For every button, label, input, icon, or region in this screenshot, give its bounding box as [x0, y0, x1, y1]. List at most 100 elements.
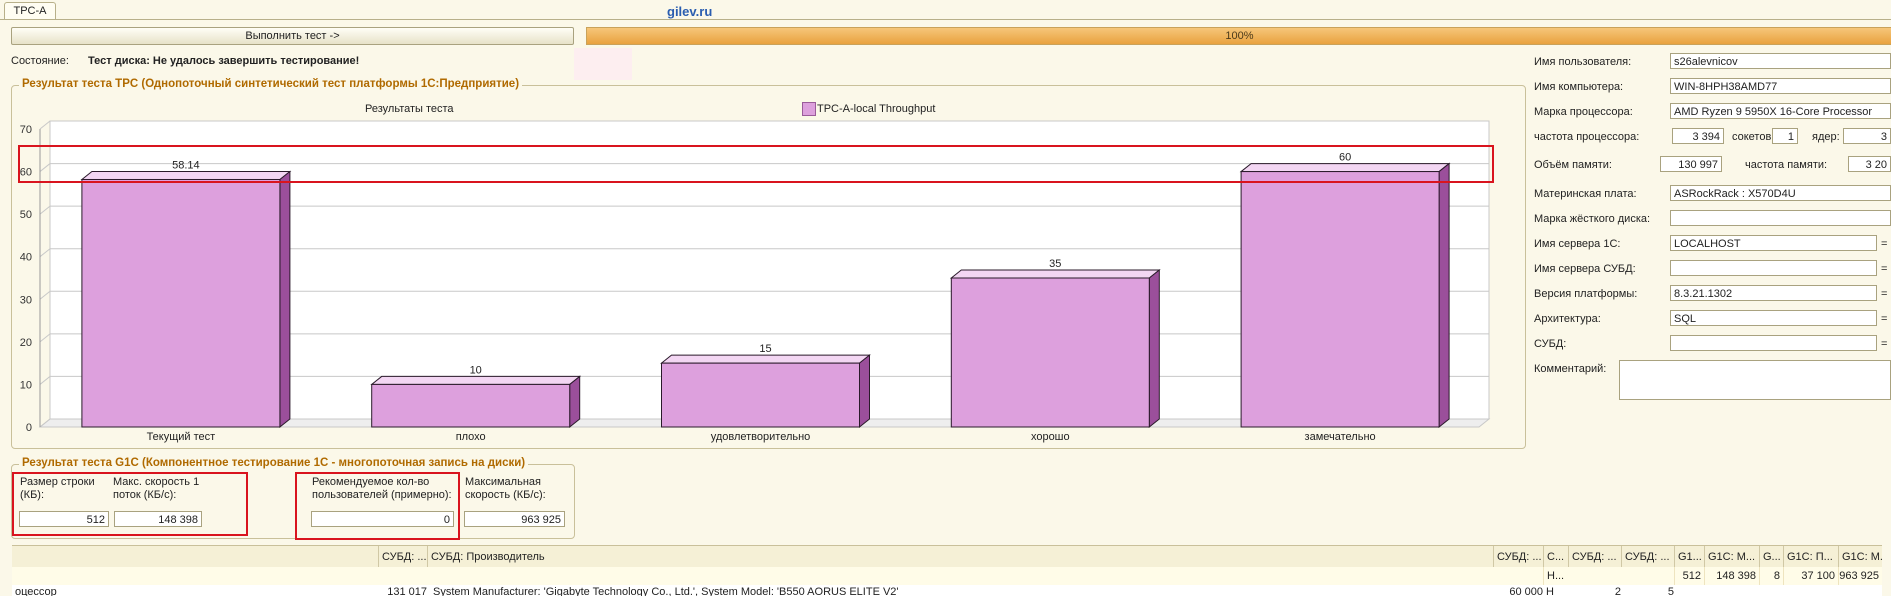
run-test-button[interactable]: Выполнить тест -> [11, 27, 574, 45]
col-header[interactable]: G1... [1674, 546, 1704, 568]
y-tick-label: 0 [26, 422, 32, 434]
y-tick-label: 20 [20, 337, 32, 349]
computer-field[interactable]: WIN-8HPH38AMD77 [1670, 78, 1891, 94]
table-row[interactable]: оцессор 131 017 System Manufacturer: 'Gi… [12, 585, 1882, 596]
table-cell: Н... [1543, 567, 1568, 585]
comment-field[interactable] [1619, 360, 1891, 400]
table-cell: 148 398 [1704, 567, 1759, 585]
max-speed-field[interactable]: 963 925 [464, 511, 565, 527]
highlight-box-g1c-1 [12, 472, 248, 536]
server-dbms-eq: = [1881, 263, 1888, 275]
dbms-eq: = [1881, 338, 1888, 350]
motherboard-label: Материнская плата: [1534, 188, 1637, 200]
bar-top [949, 269, 1161, 279]
arch-field[interactable]: SQL [1670, 310, 1877, 326]
cpu-field[interactable]: AMD Ryzen 9 5950X 16-Core Processor [1670, 103, 1891, 119]
bar-side [1438, 162, 1450, 429]
tpc-group-title: Результат теста TPC (Однопоточный синтет… [19, 78, 523, 90]
cpu-freq-label: частота процессора: [1534, 131, 1640, 143]
state-label: Состояние: [11, 55, 69, 67]
bar-value-label: 10 [470, 364, 482, 376]
col-header[interactable]: G1C: M... [1704, 546, 1759, 568]
server-dbms-label: Имя сервера СУБД: [1534, 263, 1636, 275]
table-cell: 512 [1674, 567, 1704, 585]
bar [81, 178, 281, 428]
table-row[interactable]: Н... 512 148 398 8 37 100 963 925 [12, 567, 1882, 586]
gridline-side [39, 205, 51, 215]
col-header[interactable]: С... [1543, 546, 1568, 568]
bar [950, 277, 1150, 428]
x-category-label: Текущий тест [147, 431, 216, 443]
col-header[interactable] [12, 546, 378, 568]
bar-value-label: 35 [1049, 258, 1061, 270]
x-category-label: хорошо [1031, 431, 1070, 443]
bar-value-label: 15 [759, 343, 771, 355]
memory-field[interactable]: 130 997 [1660, 156, 1722, 172]
server-1c-label: Имя сервера 1С: [1534, 238, 1621, 250]
comment-label: Комментарий: [1534, 363, 1607, 375]
bar-top [370, 375, 582, 385]
table-cell: 2 [1614, 586, 1621, 596]
cores-field[interactable]: 3 [1843, 128, 1891, 144]
table-cell: 60 000 [1509, 586, 1543, 596]
col-header[interactable]: СУБД: Производитель [427, 546, 1493, 568]
platform-field[interactable]: 8.3.21.1302 [1670, 285, 1877, 301]
bar-side [279, 170, 291, 429]
g1c-group-title: Результат теста G1C (Компонентное тестир… [19, 457, 529, 469]
col-header[interactable]: G... [1759, 546, 1783, 568]
y-tick-label: 10 [20, 379, 32, 391]
results-table-header: СУБД: ... СУБД: Производитель СУБД: ... … [12, 545, 1882, 569]
arch-label: Архитектура: [1534, 313, 1601, 325]
table-cell: System Manufacturer: 'Gigabyte Technolog… [433, 586, 899, 596]
table-cell: 5 [1667, 586, 1674, 596]
col-header[interactable]: СУБД: ... [1621, 546, 1674, 568]
sockets-label: сокетов: [1732, 131, 1775, 143]
x-category-label: удовлетворительно [711, 431, 811, 443]
col-header[interactable]: СУБД: ... [378, 546, 427, 568]
table-cell: 963 925 [1838, 567, 1882, 585]
bar-side [859, 354, 870, 429]
server-1c-field[interactable]: LOCALHOST [1670, 235, 1877, 251]
gridline-side [39, 376, 51, 385]
dbms-field[interactable] [1670, 335, 1877, 351]
x-category-label: замечательно [1305, 431, 1376, 443]
bar-side [1148, 268, 1160, 429]
memory-label: Объём памяти: [1534, 159, 1612, 171]
gridline-side [39, 248, 51, 258]
bar [661, 362, 860, 428]
table-cell: Н [1546, 586, 1554, 596]
computer-label: Имя компьютера: [1534, 81, 1624, 93]
x-category-label: плохо [456, 431, 486, 443]
table-cell: оцессор [15, 586, 57, 596]
table-cell: 8 [1759, 567, 1783, 585]
cores-label: ядер: [1812, 131, 1840, 143]
platform-eq: = [1881, 288, 1888, 300]
table-cell: 37 100 [1783, 567, 1838, 585]
y-tick-label: 40 [20, 252, 32, 264]
bar [371, 383, 571, 428]
arch-eq: = [1881, 313, 1888, 325]
cpu-freq-field[interactable]: 3 394 [1672, 128, 1724, 144]
col-header[interactable]: G1C: П... [1783, 546, 1838, 568]
max-speed-label: Максимальная скорость (КБ/с): [465, 476, 546, 501]
gridline-side [39, 290, 51, 300]
col-header[interactable]: СУБД: ... [1568, 546, 1621, 568]
cpu-label: Марка процессора: [1534, 106, 1633, 118]
state-decoration [574, 48, 632, 80]
bar-side [569, 375, 581, 429]
user-label: Имя пользователя: [1534, 56, 1632, 68]
motherboard-field[interactable]: ASRockRack : X570D4U [1670, 185, 1891, 201]
highlight-box-g1c-2 [295, 472, 460, 540]
memory-freq-field[interactable]: 3 20 [1848, 156, 1891, 172]
hdd-label: Марка жёсткого диска: [1534, 213, 1651, 225]
sockets-field[interactable]: 1 [1772, 128, 1798, 144]
server-dbms-field[interactable] [1670, 260, 1877, 276]
hdd-field[interactable] [1670, 210, 1891, 226]
tab-tpc-a[interactable]: TPC-A [4, 2, 56, 20]
platform-label: Версия платформы: [1534, 288, 1638, 300]
y-tick-label: 70 [20, 124, 32, 136]
user-field[interactable]: s26alevnicov [1670, 53, 1891, 69]
state-value: Тест диска: Не удалось завершить тестиро… [88, 55, 360, 67]
col-header[interactable]: G1C: M... [1838, 546, 1882, 568]
col-header[interactable]: СУБД: ... [1493, 546, 1543, 568]
